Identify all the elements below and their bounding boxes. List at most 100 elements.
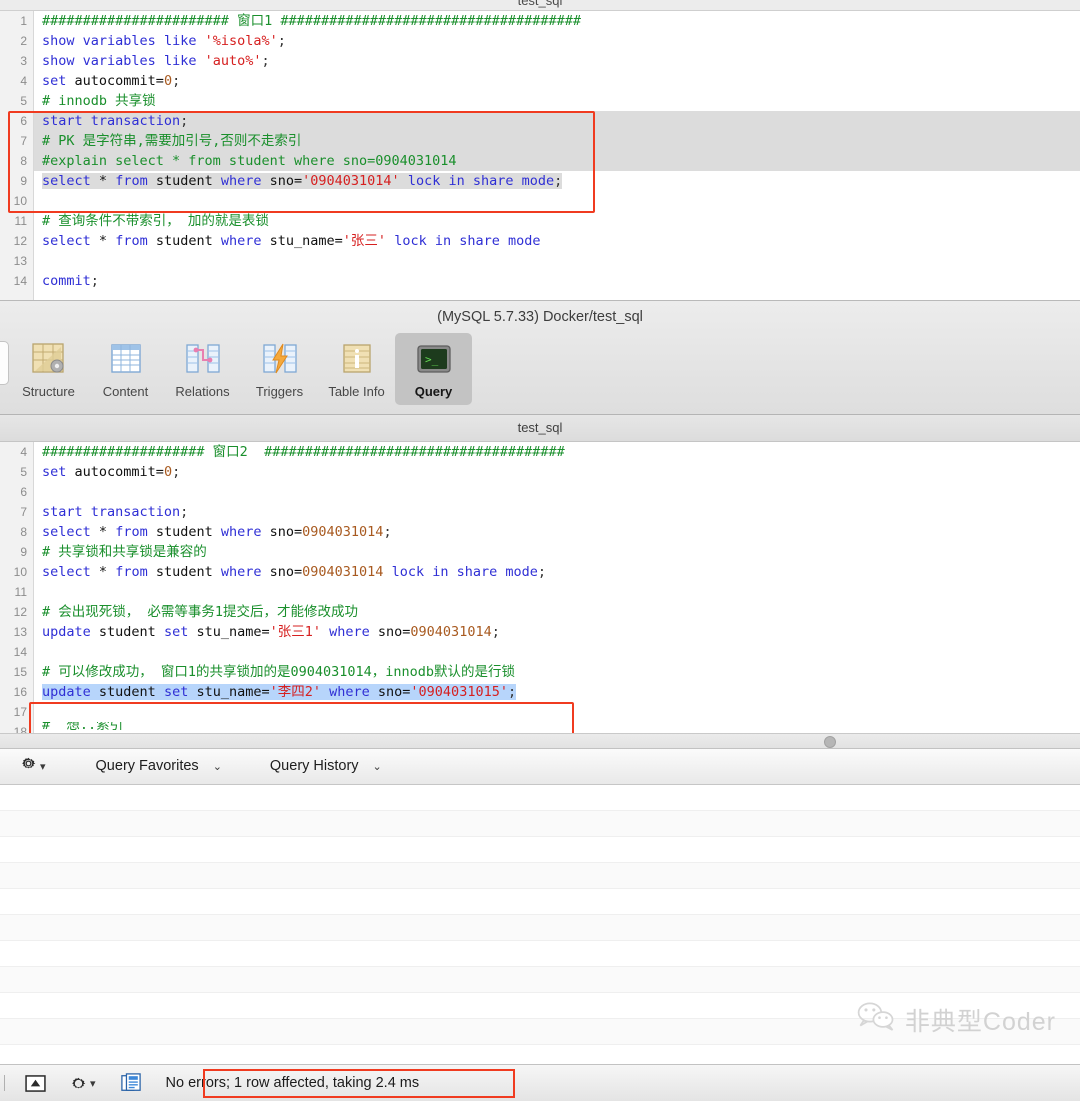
code-line[interactable]: commit; xyxy=(42,271,1080,291)
line-number: 6 xyxy=(20,114,27,128)
code-line[interactable]: select * from student where sno=09040310… xyxy=(42,522,1080,542)
query-options-bar: ▾ Query Favorites ⌄ Query History ⌄ xyxy=(0,748,1080,785)
query-results-area[interactable]: 非典型Coder xyxy=(0,784,1080,1065)
code-line[interactable] xyxy=(42,582,1080,602)
code-line-clipped[interactable]: # 想..索引 xyxy=(42,722,1080,730)
line-number: 12 xyxy=(13,605,27,620)
result-row xyxy=(0,914,1080,941)
line-number: 4 xyxy=(20,74,27,88)
tab-relations[interactable]: Relations xyxy=(164,333,241,405)
window-title: test_sql xyxy=(517,0,563,8)
tab-toolbar: (MySQL 5.7.33) Docker/test_sql Structure… xyxy=(0,300,1080,416)
pane-splitter[interactable] xyxy=(0,732,1080,749)
code-line[interactable]: # 查询条件不带索引， 加的就是表锁 xyxy=(42,211,1080,231)
line-number: 11 xyxy=(14,214,27,228)
second-pane-title: test_sql xyxy=(0,415,1080,443)
query-history-menu[interactable]: Query History ⌄ xyxy=(270,758,382,774)
code-line[interactable]: update student set stu_name='张三1' where … xyxy=(42,622,1080,642)
code-line[interactable]: start transaction; xyxy=(42,502,1080,522)
result-row xyxy=(0,836,1080,863)
line-number: 9 xyxy=(20,545,27,560)
code-line[interactable]: select * from student where sno=09040310… xyxy=(42,562,1080,582)
tab-label: Content xyxy=(102,384,149,400)
splitter-handle[interactable] xyxy=(824,735,836,748)
code-line[interactable]: #################### 窗口2 ###############… xyxy=(42,442,1080,462)
result-row xyxy=(0,966,1080,993)
code-line[interactable]: show variables like '%isola%'; xyxy=(42,31,1080,51)
code-line[interactable] xyxy=(42,191,1080,211)
toggle-console-button[interactable] xyxy=(25,1074,46,1092)
sql-editor-window2[interactable]: 4 5 6 7 8 9 10 11 12 13 14 15 16 17 18 #… xyxy=(0,442,1080,733)
chevron-down-icon: ▾ xyxy=(40,760,46,773)
code-line-selected[interactable]: select * from student where sno='0904031… xyxy=(42,171,1080,191)
chevron-down-icon: ▾ xyxy=(90,1077,96,1090)
tab-triggers[interactable]: Triggers xyxy=(241,333,318,405)
code-line-selected[interactable]: # PK 是字符串,需要加引号,否则不走索引 xyxy=(34,131,1080,151)
code-line[interactable]: set autocommit=0; xyxy=(42,462,1080,482)
line-number: 6 xyxy=(20,485,27,500)
line-number: 17 xyxy=(13,705,27,720)
line-number: 10 xyxy=(13,194,27,208)
result-row xyxy=(0,1044,1080,1065)
code-line-selected[interactable]: #explain select * from student where sno… xyxy=(34,151,1080,171)
code-line[interactable]: # innodb 共享锁 xyxy=(42,91,1080,111)
tab-label: Relations xyxy=(175,384,230,400)
code-line[interactable]: show variables like 'auto%'; xyxy=(42,51,1080,71)
line-number: 11 xyxy=(14,585,27,600)
tab-content[interactable]: Content xyxy=(87,333,164,405)
code-line[interactable] xyxy=(42,482,1080,502)
code-line[interactable] xyxy=(42,702,1080,722)
terminal-icon: >_ xyxy=(395,338,472,382)
sql-editor-window1[interactable]: 1 2 3 4 5 6 7 8 9 10 11 12 13 14 #######… xyxy=(0,11,1080,301)
watermark-text: 非典型Coder xyxy=(904,1007,1056,1036)
query-favorites-menu[interactable]: Query Favorites ⌄ xyxy=(96,758,222,774)
tab-query[interactable]: >_ Query xyxy=(395,333,472,406)
line-number: 14 xyxy=(13,274,27,288)
svg-text:>_: >_ xyxy=(425,353,439,366)
tab-label: Query xyxy=(414,384,453,400)
line-number-gutter-bottom: 4 5 6 7 8 9 10 11 12 13 14 15 16 17 18 xyxy=(0,442,34,733)
sql-code-area-top[interactable]: ####################### 窗口1 ############… xyxy=(8,11,1080,300)
code-line-selected[interactable]: update student set stu_name='李四2' where … xyxy=(42,682,1080,702)
relations-icon xyxy=(164,338,241,382)
line-number: 9 xyxy=(20,174,27,188)
show-console-log-button[interactable] xyxy=(120,1073,142,1093)
gear-icon xyxy=(20,755,37,777)
line-number: 10 xyxy=(13,565,27,580)
code-line[interactable] xyxy=(42,642,1080,662)
table-grid-icon xyxy=(87,338,164,382)
chevron-down-icon: ⌄ xyxy=(212,760,222,773)
code-line[interactable]: select * from student where stu_name='张三… xyxy=(42,231,1080,251)
status-gear-button[interactable]: ▾ xyxy=(70,1075,96,1092)
tab-table-info[interactable]: Table Info xyxy=(318,333,395,405)
query-actions-button[interactable]: ▾ xyxy=(20,755,46,777)
line-number: 8 xyxy=(20,525,27,540)
code-line[interactable]: # 会出现死锁， 必需等事务1提交后，才能修改成功 xyxy=(42,602,1080,622)
table-info-icon xyxy=(318,338,395,382)
line-number: 7 xyxy=(20,505,27,520)
tab-label: Table Info xyxy=(328,384,385,400)
line-number: 15 xyxy=(13,665,27,680)
sequel-pro-window: test_sql 1 2 3 4 5 6 7 8 9 10 11 12 13 1… xyxy=(0,0,1080,1101)
status-divider xyxy=(4,1075,5,1092)
line-number: 14 xyxy=(13,645,27,660)
line-number-gutter-top: 1 2 3 4 5 6 7 8 9 10 11 12 13 14 xyxy=(0,11,34,301)
code-line[interactable]: # 可以修改成功， 窗口1的共享锁加的是0904031014，innodb默认的… xyxy=(42,662,1080,682)
line-number: 1 xyxy=(20,14,27,28)
line-number: 4 xyxy=(20,445,27,460)
code-line[interactable]: set autocommit=0; xyxy=(42,71,1080,91)
wechat-icon xyxy=(856,1001,896,1038)
code-line[interactable]: # 共享锁和共享锁是兼容的 xyxy=(42,542,1080,562)
sql-code-area-bottom[interactable]: #################### 窗口2 ###############… xyxy=(29,442,1080,733)
database-info-label: (MySQL 5.7.33) Docker/test_sql xyxy=(437,309,643,326)
code-line[interactable] xyxy=(42,251,1080,271)
tab-structure[interactable]: Structure xyxy=(10,333,87,405)
tab-label: Structure xyxy=(22,384,75,400)
line-number: 18 xyxy=(13,725,27,733)
line-number: 3 xyxy=(20,54,27,68)
line-number: 8 xyxy=(20,154,27,168)
tab-strip: Structure Content Relations Triggers Tab… xyxy=(10,333,472,406)
watermark: 非典型Coder xyxy=(856,1001,1056,1038)
code-line-selected[interactable]: start transaction; xyxy=(34,111,1080,131)
code-line[interactable]: ####################### 窗口1 ############… xyxy=(42,11,1080,31)
